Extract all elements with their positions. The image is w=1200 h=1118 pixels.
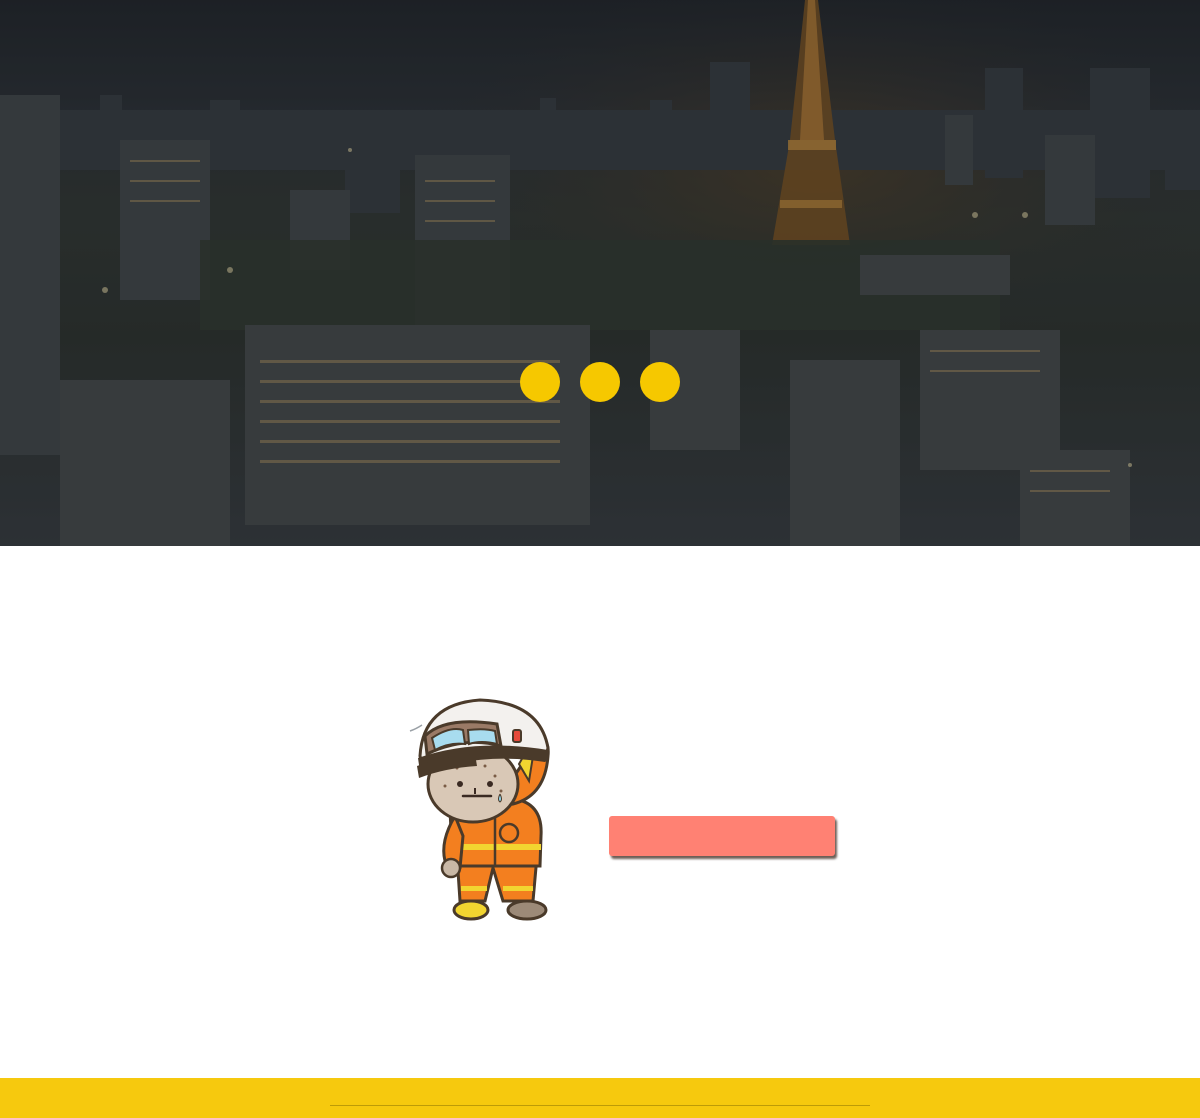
hero-overlay (0, 0, 1200, 546)
footer (0, 1078, 1200, 1118)
firefighter-mascot-image (409, 698, 550, 921)
main-content (0, 546, 1200, 1078)
loading-dot-2 (580, 362, 620, 402)
loading-dot-3 (640, 362, 680, 402)
footer-divider (330, 1105, 870, 1106)
loading-indicator (520, 362, 680, 402)
hero-banner (0, 0, 1200, 546)
loading-dot-1 (520, 362, 560, 402)
action-button[interactable] (609, 816, 835, 856)
